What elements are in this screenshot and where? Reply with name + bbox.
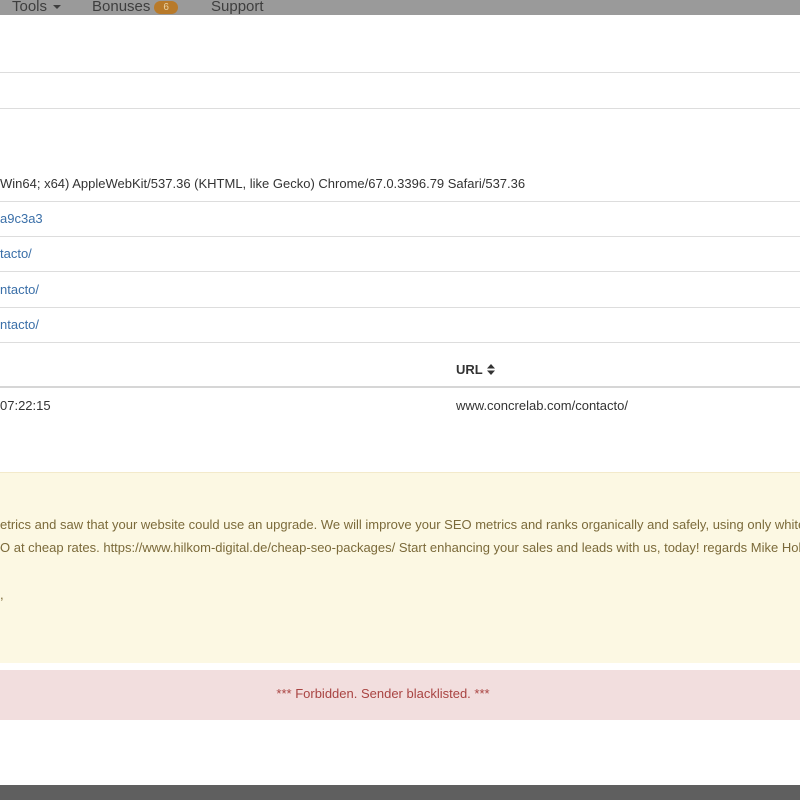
divider: [0, 72, 800, 73]
message-line-3: ,: [0, 587, 4, 602]
url-header-label: URL: [456, 362, 483, 377]
divider: [0, 271, 800, 272]
error-message: *** Forbidden. Sender blacklisted. ***: [276, 686, 490, 701]
message-line-1: etrics and saw that your website could u…: [0, 517, 800, 532]
page-link-1[interactable]: tacto/: [0, 246, 32, 261]
page-link-2[interactable]: ntacto/: [0, 282, 39, 297]
divider: [0, 342, 800, 343]
bonuses-count-badge: 6: [154, 1, 178, 14]
divider: [0, 108, 800, 109]
divider: [0, 307, 800, 308]
background-navbar: Tools Bonuses 6 Support: [0, 0, 800, 16]
message-line-2: O at cheap rates. https://www.hilkom-dig…: [0, 540, 800, 555]
hash-link[interactable]: a9c3a3: [0, 211, 43, 226]
url-column-header[interactable]: URL: [456, 362, 495, 378]
sort-icon: [486, 363, 495, 378]
error-alert: *** Forbidden. Sender blacklisted. ***: [0, 670, 800, 720]
table-row-url: www.concrelab.com/contacto/: [456, 398, 628, 413]
background-footer: [0, 785, 800, 800]
caret-down-icon: [53, 5, 62, 10]
divider: [0, 236, 800, 237]
message-body-panel: etrics and saw that your website could u…: [0, 472, 800, 663]
nav-tools-menu[interactable]: Tools: [12, 0, 62, 15]
divider: [0, 201, 800, 202]
nav-bonuses-label: Bonuses: [92, 0, 151, 15]
user-agent-value: Win64; x64) AppleWebKit/537.36 (KHTML, l…: [0, 176, 526, 191]
table-header-divider: [0, 386, 800, 388]
message-details-modal: Win64; x64) AppleWebKit/537.36 (KHTML, l…: [0, 15, 800, 785]
nav-tools-label: Tools: [12, 0, 48, 15]
page-link-3[interactable]: ntacto/: [0, 317, 39, 332]
nav-bonuses-menu[interactable]: Bonuses 6: [92, 0, 178, 15]
nav-support-link[interactable]: Support: [211, 0, 264, 15]
table-row-time: 07:22:15: [0, 398, 51, 413]
